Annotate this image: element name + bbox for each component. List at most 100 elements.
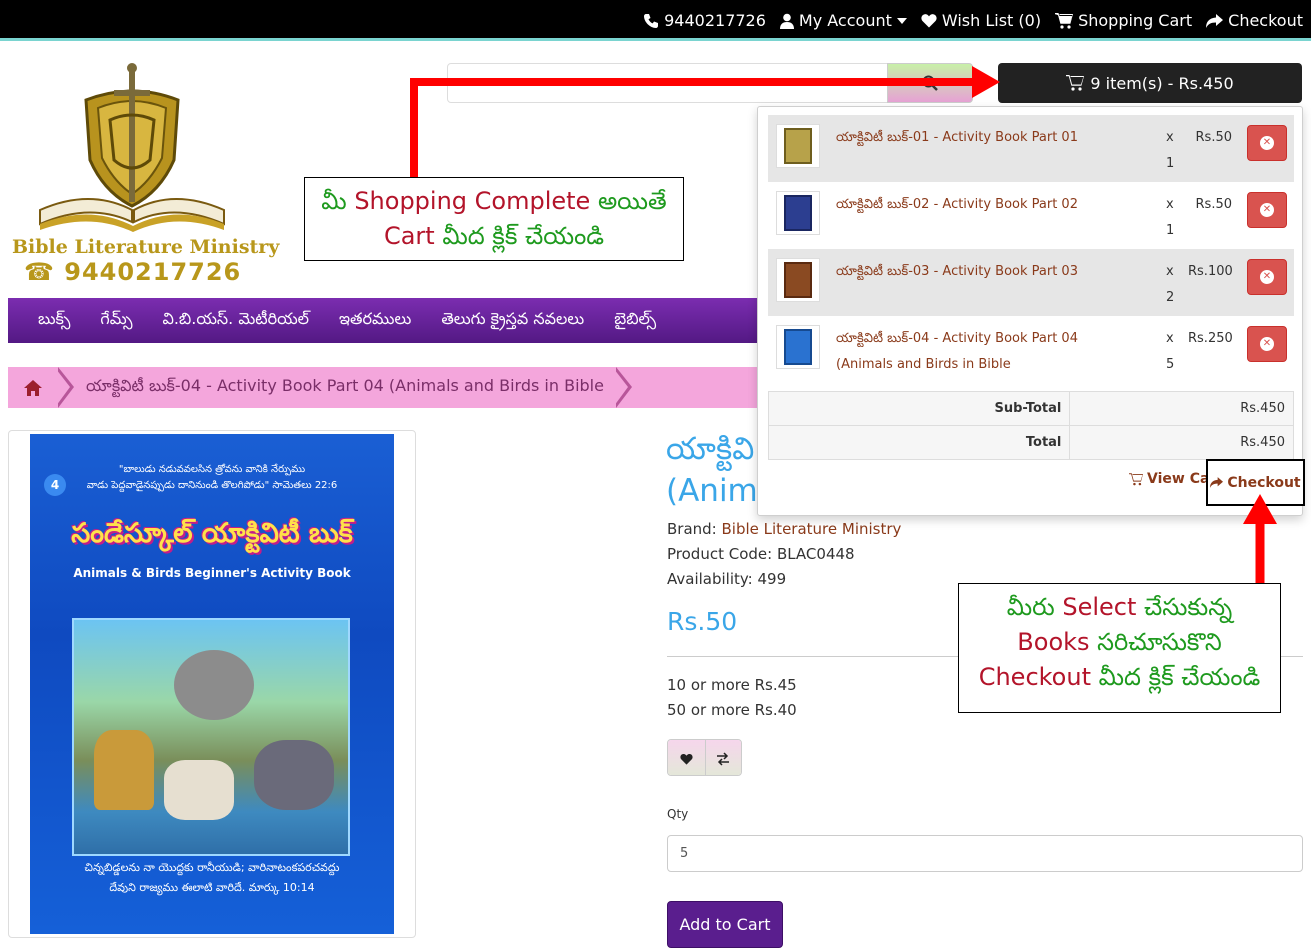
add-to-wishlist-button[interactable] bbox=[668, 740, 705, 775]
phone-icon bbox=[644, 13, 659, 28]
cart-item-name[interactable]: యాక్టివిటీ బుక్-01 - Activity Book Part … bbox=[836, 125, 1136, 151]
cart-item-name[interactable]: యాక్టివిటీ బుక్-03 - Activity Book Part … bbox=[836, 259, 1136, 285]
cart-item-name[interactable]: యాక్టివిటీ బుక్-02 - Activity Book Part … bbox=[836, 192, 1136, 218]
cart-button-label: 9 item(s) - Rs.450 bbox=[1090, 73, 1234, 93]
close-icon: ✕ bbox=[1260, 136, 1274, 150]
cart-button[interactable]: 9 item(s) - Rs.450 bbox=[998, 63, 1302, 103]
breadcrumb-home[interactable] bbox=[8, 379, 58, 396]
cart-item-price: Rs.50 bbox=[1195, 197, 1232, 212]
bible-shield-logo-icon bbox=[39, 63, 225, 232]
share-arrow-icon bbox=[1210, 477, 1224, 488]
callout-text: మీ bbox=[321, 187, 355, 215]
nav-item-vbs-material[interactable]: వి.బి.యస్. మెటీరియల్ bbox=[162, 309, 309, 332]
cart-item-thumb[interactable] bbox=[776, 124, 820, 168]
discount-line: 10 or more Rs.45 bbox=[667, 676, 797, 694]
callout-text: Cart bbox=[383, 222, 435, 250]
brand-link[interactable]: Bible Literature Ministry bbox=[722, 520, 902, 538]
site-logo[interactable]: Bible Literature Ministry ☎ 9440217726 bbox=[10, 60, 279, 290]
cart-item-thumb[interactable] bbox=[776, 191, 820, 235]
compare-button[interactable] bbox=[704, 740, 741, 775]
shopping-cart-link[interactable]: Shopping Cart bbox=[1055, 11, 1192, 30]
cart-item: యాక్టివిటీ బుక్-04 - Activity Book Part … bbox=[768, 316, 1294, 383]
cart-item-thumb[interactable] bbox=[776, 258, 820, 302]
checkout-link-text: Checkout bbox=[1227, 474, 1301, 491]
elephant-shape bbox=[174, 650, 254, 720]
book-cover-icon bbox=[784, 329, 812, 365]
close-icon: ✕ bbox=[1260, 270, 1274, 284]
product-code: Product Code: BLAC0448 bbox=[667, 545, 855, 563]
wish-list-link[interactable]: Wish List (0) bbox=[921, 11, 1041, 30]
annotation-callout-checkout: మీరు Select చేసుకున్న Books సరిచూసుకొని … bbox=[958, 583, 1281, 713]
home-icon bbox=[24, 379, 42, 396]
cover-verse-top: "బాలుడు నడువవలసిన త్రోవను వానికి నేర్పుమ… bbox=[30, 462, 394, 494]
remove-item-button[interactable]: ✕ bbox=[1247, 326, 1287, 362]
qty-label: Qty bbox=[667, 807, 689, 821]
wish-compare-group bbox=[667, 739, 742, 776]
logo-name: Bible Literature Ministry bbox=[12, 236, 280, 258]
cover-verse-bottom-line: దేవుని రాజ్యము ఈలాటి వారిదే. మార్కు 10:1… bbox=[109, 881, 315, 894]
product-title-line: (Anima bbox=[666, 473, 766, 509]
cart-item-thumb[interactable] bbox=[776, 325, 820, 369]
heart-icon bbox=[680, 753, 693, 765]
product-price: Rs.50 bbox=[667, 607, 738, 636]
cart-item-name[interactable]: యాక్టివిటీ బుక్-04 - Activity Book Part … bbox=[836, 326, 1136, 378]
product-availability: Availability: 499 bbox=[667, 570, 787, 588]
cart-item-times: x bbox=[1166, 264, 1174, 279]
user-icon bbox=[779, 13, 794, 29]
remove-item-button[interactable]: ✕ bbox=[1247, 192, 1287, 228]
cart-item-price: Rs.100 bbox=[1188, 264, 1233, 279]
search-input[interactable] bbox=[447, 63, 888, 103]
top-links: 9440217726 My Account Wish List (0) Shop… bbox=[643, 0, 1303, 41]
nav-item-novels[interactable]: తెలుగు క్రైస్తవ నవలలు bbox=[441, 309, 584, 332]
add-to-cart-button[interactable]: Add to Cart bbox=[667, 901, 783, 948]
cart-item-times: x bbox=[1166, 130, 1174, 145]
category-nav: బుక్స్ గేమ్స్ వి.బి.యస్. మెటీరియల్ ఇతరము… bbox=[8, 298, 768, 343]
phone-text: 9440217726 bbox=[664, 11, 766, 30]
nav-item-books[interactable]: బుక్స్ bbox=[38, 309, 70, 332]
breadcrumb: యాక్టివిటీ బుక్-04 - Activity Book Part … bbox=[8, 367, 768, 408]
cart-item-times: x bbox=[1166, 197, 1174, 212]
top-bar: 9440217726 My Account Wish List (0) Shop… bbox=[0, 0, 1311, 41]
callout-line: మీ Shopping Complete అయితే bbox=[305, 184, 683, 219]
brand-label: Brand: bbox=[667, 520, 717, 538]
cart-item-times: x bbox=[1166, 331, 1174, 346]
product-image[interactable]: 4 "బాలుడు నడువవలసిన త్రోవను వానికి నేర్ప… bbox=[30, 434, 394, 934]
discount-line: 50 or more Rs.40 bbox=[667, 701, 797, 719]
close-icon: ✕ bbox=[1260, 203, 1274, 217]
remove-item-button[interactable]: ✕ bbox=[1247, 125, 1287, 161]
nav-item-games[interactable]: గేమ్స్ bbox=[100, 309, 132, 332]
callout-text: Checkout bbox=[978, 663, 1091, 691]
nav-item-others[interactable]: ఇతరములు bbox=[339, 309, 411, 332]
caret-down-icon bbox=[896, 17, 907, 24]
cart-icon bbox=[1066, 75, 1085, 91]
callout-text: చేసుకున్న bbox=[1136, 593, 1233, 621]
arrow-to-cart-head bbox=[972, 66, 1000, 98]
subtotal-value: Rs.450 bbox=[1069, 391, 1294, 426]
subtotal-label: Sub-Total bbox=[767, 391, 1071, 426]
qty-input[interactable]: 5 bbox=[667, 835, 1303, 872]
cover-verse-top-line: "బాలుడు నడువవలసిన త్రోవను వానికి నేర్పుమ… bbox=[118, 464, 306, 475]
logo-phone: ☎ 9440217726 bbox=[24, 258, 242, 286]
book-cover-icon bbox=[784, 128, 812, 164]
nav-item-bibles[interactable]: బైబిల్స్ bbox=[614, 309, 656, 332]
my-account-link[interactable]: My Account bbox=[779, 11, 907, 30]
callout-line: Checkout మీద క్లిక్ చేయండి bbox=[959, 660, 1280, 695]
search-button[interactable] bbox=[887, 63, 973, 103]
remove-item-button[interactable]: ✕ bbox=[1247, 259, 1287, 295]
cart-icon bbox=[1129, 472, 1143, 485]
cover-subtitle: Animals & Birds Beginner's Activity Book bbox=[73, 566, 351, 580]
search-icon bbox=[922, 75, 938, 91]
checkout-top-link[interactable]: Checkout bbox=[1206, 11, 1303, 30]
cover-title: సండేస్కూల్ యాక్టివిటీ బుక్ bbox=[71, 518, 353, 549]
checkout-link[interactable]: Checkout bbox=[1206, 459, 1305, 506]
callout-line: Books సరిచూసుకొని bbox=[959, 625, 1280, 660]
cart-item: యాక్టివిటీ బుక్-03 - Activity Book Part … bbox=[768, 249, 1294, 316]
product-title: యాక్టివి (Anima bbox=[666, 428, 766, 512]
callout-text: Select bbox=[1062, 593, 1137, 621]
breadcrumb-current[interactable]: యాక్టివిటీ బుక్-04 - Activity Book Part … bbox=[78, 376, 604, 399]
book-cover-icon bbox=[784, 195, 812, 231]
cart-icon bbox=[1055, 12, 1074, 29]
callout-text: సరిచూసుకొని bbox=[1089, 628, 1222, 656]
callout-text: Books bbox=[1017, 628, 1090, 656]
phone-link[interactable]: 9440217726 bbox=[643, 11, 766, 30]
